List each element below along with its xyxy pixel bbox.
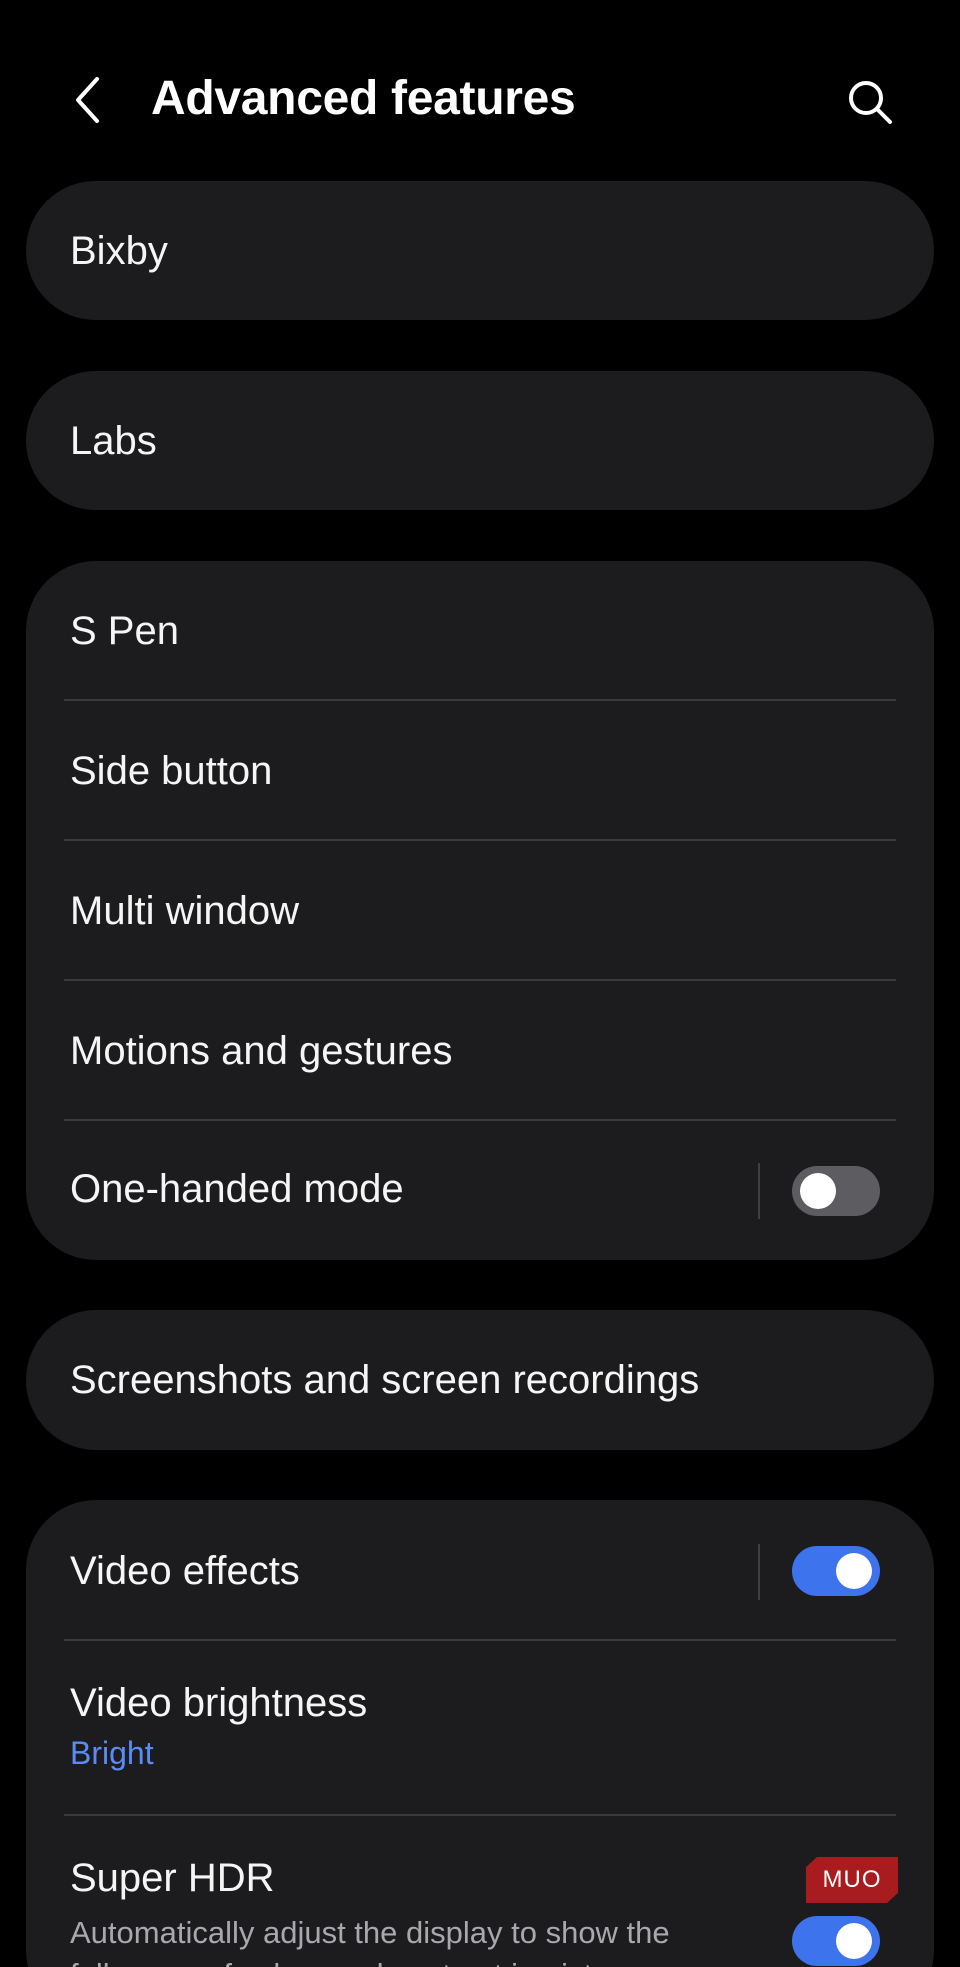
multi-window-row[interactable]: Multi window <box>26 841 934 981</box>
video-effects-row[interactable]: Video effects <box>26 1500 934 1641</box>
one-handed-mode-label: One-handed mode <box>70 1167 404 1211</box>
back-button[interactable] <box>60 70 116 130</box>
one-handed-mode-row[interactable]: One-handed mode <box>26 1121 934 1260</box>
toggle-knob <box>836 1553 872 1589</box>
app-bar: Advanced features <box>0 40 960 160</box>
watermark-text: MUO <box>822 1866 882 1893</box>
search-icon <box>849 81 892 124</box>
toggle-knob <box>800 1173 836 1209</box>
labs-label: Labs <box>70 419 157 463</box>
toggle-knob <box>836 1923 872 1959</box>
search-button[interactable] <box>840 72 900 132</box>
bixby-card[interactable]: Bixby <box>26 181 934 320</box>
video-brightness-label: Video brightness <box>70 1681 368 1725</box>
super-hdr-row[interactable]: Super HDR Automatically adjust the displ… <box>26 1816 934 1967</box>
chevron-left-icon <box>76 77 99 123</box>
vertical-separator <box>758 1544 760 1600</box>
page-title: Advanced features <box>151 72 576 125</box>
motions-gestures-label: Motions and gestures <box>70 1029 453 1073</box>
muo-watermark-logo: MUO <box>806 1857 898 1903</box>
super-hdr-description: Automatically adjust the display to show… <box>70 1915 670 1967</box>
screenshots-label: Screenshots and screen recordings <box>70 1358 700 1402</box>
one-handed-mode-toggle[interactable] <box>792 1166 880 1216</box>
motions-gestures-row[interactable]: Motions and gestures <box>26 981 934 1121</box>
bixby-label: Bixby <box>70 229 168 273</box>
device-features-card: S Pen Side button Multi window Motions a… <box>26 561 934 1260</box>
screenshots-card[interactable]: Screenshots and screen recordings <box>26 1310 934 1450</box>
labs-row[interactable]: Labs <box>26 371 934 510</box>
video-card: Video effects Video brightness Bright Su… <box>26 1500 934 1967</box>
super-hdr-label: Super HDR <box>70 1856 275 1900</box>
video-effects-toggle[interactable] <box>792 1546 880 1596</box>
video-brightness-row[interactable]: Video brightness Bright <box>26 1641 934 1816</box>
screenshots-row[interactable]: Screenshots and screen recordings <box>26 1310 934 1450</box>
video-brightness-value: Bright <box>70 1735 154 1771</box>
s-pen-label: S Pen <box>70 609 179 653</box>
side-button-row[interactable]: Side button <box>26 701 934 841</box>
multi-window-label: Multi window <box>70 889 299 933</box>
s-pen-row[interactable]: S Pen <box>26 561 934 701</box>
video-effects-label: Video effects <box>70 1549 300 1593</box>
vertical-separator <box>758 1163 760 1219</box>
side-button-label: Side button <box>70 749 273 793</box>
labs-card[interactable]: Labs <box>26 371 934 510</box>
bixby-row[interactable]: Bixby <box>26 181 934 320</box>
settings-screen: Advanced features Bixby Labs S Pen Side … <box>0 0 960 1967</box>
super-hdr-toggle[interactable] <box>792 1916 880 1966</box>
